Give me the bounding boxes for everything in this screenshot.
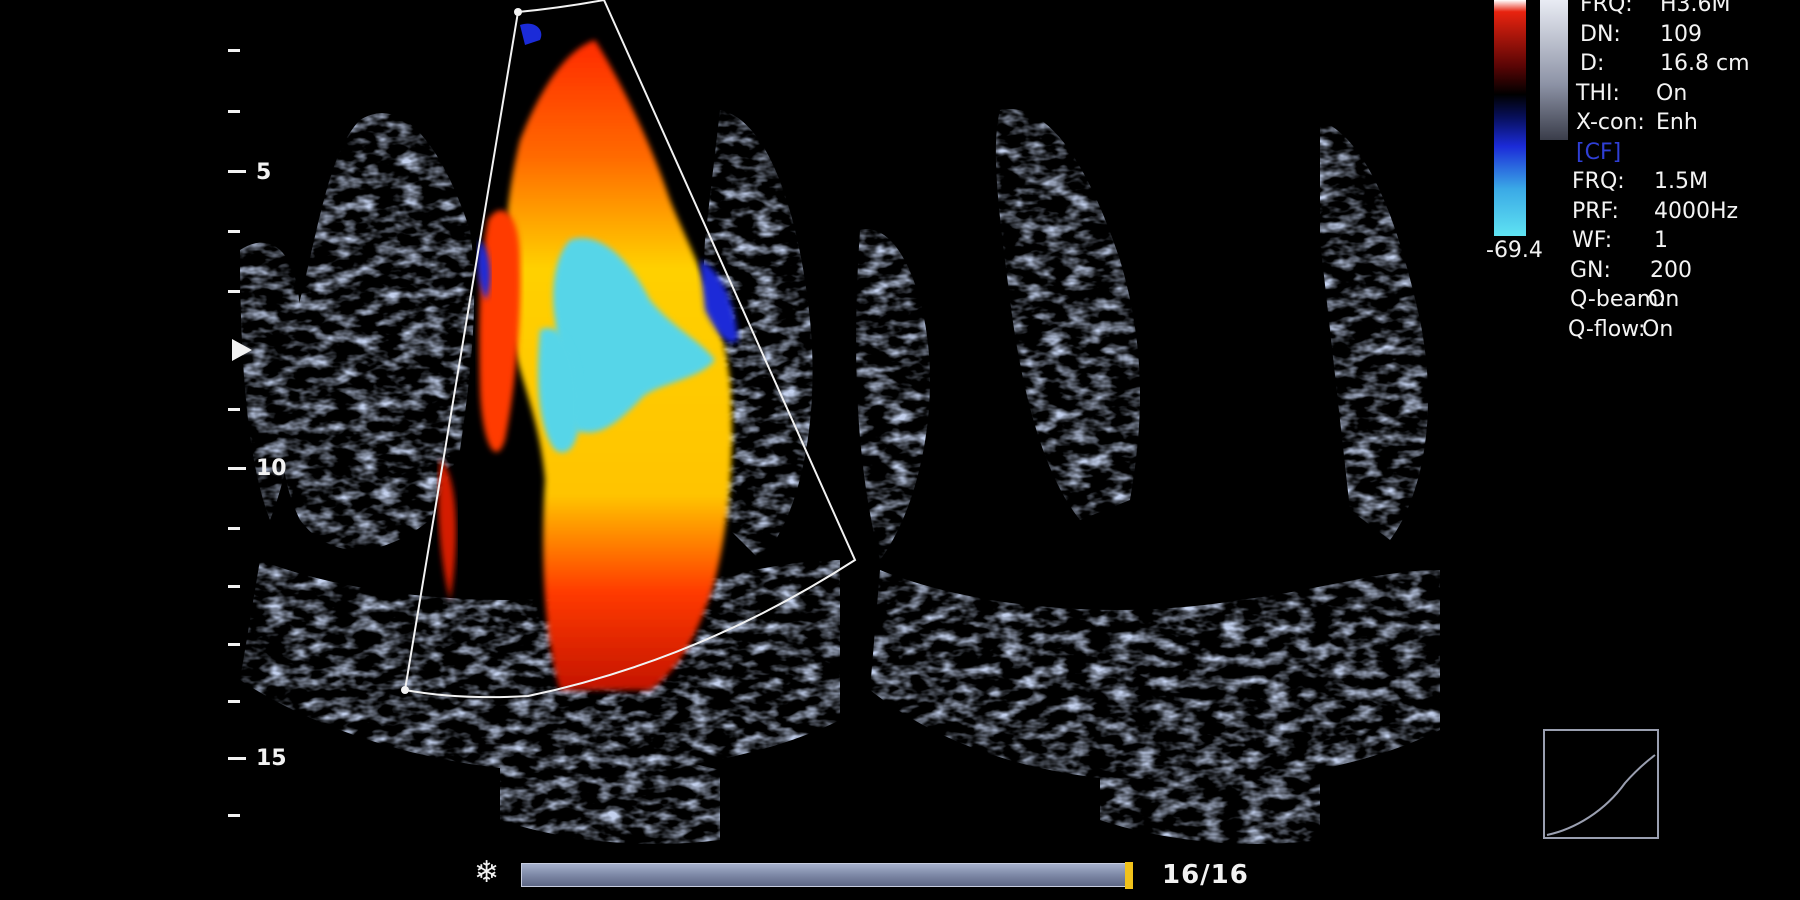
depth-label-15: 15	[256, 746, 287, 771]
param-key: THI:	[1576, 80, 1620, 106]
param-row-gn: GN: 200	[1570, 256, 1800, 286]
cf-section-header: [CF]	[1576, 139, 1622, 165]
focus-marker-icon[interactable]	[232, 339, 252, 361]
param-key: WF:	[1572, 228, 1613, 253]
gray-map-curve	[1546, 754, 1656, 836]
param-value: 1	[1654, 228, 1668, 253]
cine-frame-counter: 16/16	[1162, 860, 1249, 890]
param-row-xcon: X-con: Enh	[1572, 108, 1800, 138]
param-key: X-con:	[1576, 110, 1645, 135]
right-echo-tissue	[856, 109, 1440, 844]
param-value: 1.5M	[1654, 169, 1708, 194]
param-key: FRQ:	[1572, 169, 1625, 194]
param-row-qbeam: Q-beam: On	[1570, 285, 1800, 315]
depth-label-10: 10	[256, 456, 287, 481]
param-row-wf: WF: 1	[1572, 226, 1800, 256]
color-doppler-flow	[438, 23, 738, 690]
depth-tick	[228, 408, 240, 411]
color-bar-min-label: -69.4	[1486, 238, 1543, 263]
depth-scale: 5 10 15	[0, 0, 320, 900]
gray-map-curve-box	[1543, 729, 1659, 839]
cine-loop-handle[interactable]	[1125, 862, 1133, 889]
depth-tick	[228, 814, 240, 817]
param-key: D:	[1580, 51, 1605, 76]
depth-tick	[228, 700, 240, 703]
param-row-thi: THI: On	[1572, 79, 1800, 109]
param-key: PRF:	[1572, 198, 1619, 224]
param-row-dn: DN: 109	[1572, 20, 1800, 50]
depth-tick	[228, 110, 240, 113]
param-value: On	[1648, 287, 1680, 312]
param-value: Enh	[1656, 110, 1698, 135]
color-velocity-bar	[1494, 0, 1526, 236]
param-row-frq: FRQ: H3.6M	[1572, 0, 1800, 20]
param-key: Q-flow:	[1568, 316, 1646, 342]
param-value: On	[1656, 80, 1688, 106]
param-key: FRQ:	[1580, 0, 1633, 17]
param-row-prf: PRF: 4000Hz	[1572, 197, 1800, 227]
param-value: 200	[1650, 257, 1692, 283]
param-value: 16.8 cm	[1660, 51, 1750, 76]
grayscale-bar	[1540, 0, 1568, 140]
param-value: 109	[1660, 21, 1702, 47]
depth-tick-major	[228, 467, 246, 470]
param-row-cf-frq: FRQ: 1.5M	[1572, 167, 1800, 197]
param-value: 4000Hz	[1654, 198, 1739, 224]
ultrasound-screen: 5 10 15 -69.4 FRQ: H3.6M DN: 109 D: 16.8…	[0, 0, 1800, 900]
snowflake-icon[interactable]: ❄	[474, 858, 499, 888]
cine-loop-bar[interactable]	[521, 863, 1131, 887]
param-value: H3.6M	[1660, 0, 1731, 17]
depth-tick	[228, 49, 240, 52]
param-value: On	[1642, 316, 1674, 342]
depth-tick	[228, 230, 240, 233]
depth-tick	[228, 585, 240, 588]
depth-tick	[228, 527, 240, 530]
parameter-panel: FRQ: H3.6M DN: 109 D: 16.8 cm THI: On X-…	[1568, 0, 1800, 345]
param-row-depth: D: 16.8 cm	[1572, 49, 1800, 79]
param-row-qflow: Q-flow: On	[1568, 315, 1800, 345]
depth-tick	[228, 290, 240, 293]
depth-tick	[228, 643, 240, 646]
depth-label-5: 5	[256, 160, 272, 185]
depth-tick-major	[228, 170, 246, 173]
depth-tick-major	[228, 757, 246, 760]
param-key: DN:	[1580, 21, 1621, 47]
param-key: GN:	[1570, 257, 1611, 283]
